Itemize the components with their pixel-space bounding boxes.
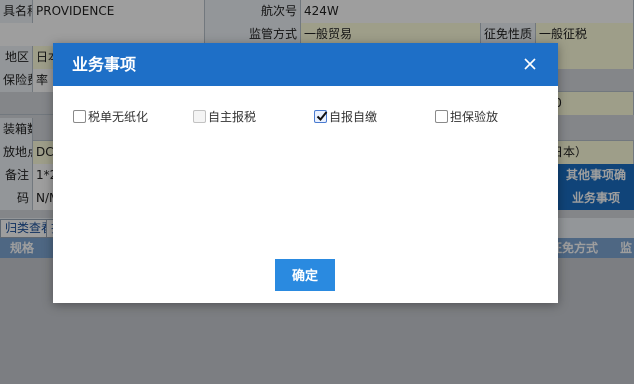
dialog-header: 业务事项 [53, 43, 558, 86]
option-self-declare[interactable]: 自主报税 [193, 108, 256, 124]
close-icon[interactable] [522, 56, 538, 72]
option-label: 税单无纸化 [88, 109, 149, 124]
option-guarantee-release[interactable]: 担保验放 [435, 108, 498, 124]
checkbox-guarantee-release[interactable] [435, 109, 448, 123]
checkbox-self-declare[interactable] [193, 109, 206, 123]
business-items-dialog: 业务事项 税单无纸化 自主报税 自报自缴 担保验放 确定 [53, 43, 558, 303]
option-label: 自主报税 [208, 109, 257, 124]
checkbox-self-declare-self-pay[interactable] [314, 109, 328, 123]
option-self-declare-self-pay[interactable]: 自报自缴 [314, 108, 377, 124]
checkbox-paperless-tax[interactable] [73, 109, 86, 123]
dialog-title: 业务事项 [72, 55, 137, 74]
option-label: 担保验放 [450, 109, 499, 124]
confirm-button[interactable]: 确定 [275, 259, 335, 291]
option-paperless-tax[interactable]: 税单无纸化 [73, 108, 148, 124]
option-label: 自报自缴 [329, 109, 378, 124]
check-icon [316, 110, 328, 121]
